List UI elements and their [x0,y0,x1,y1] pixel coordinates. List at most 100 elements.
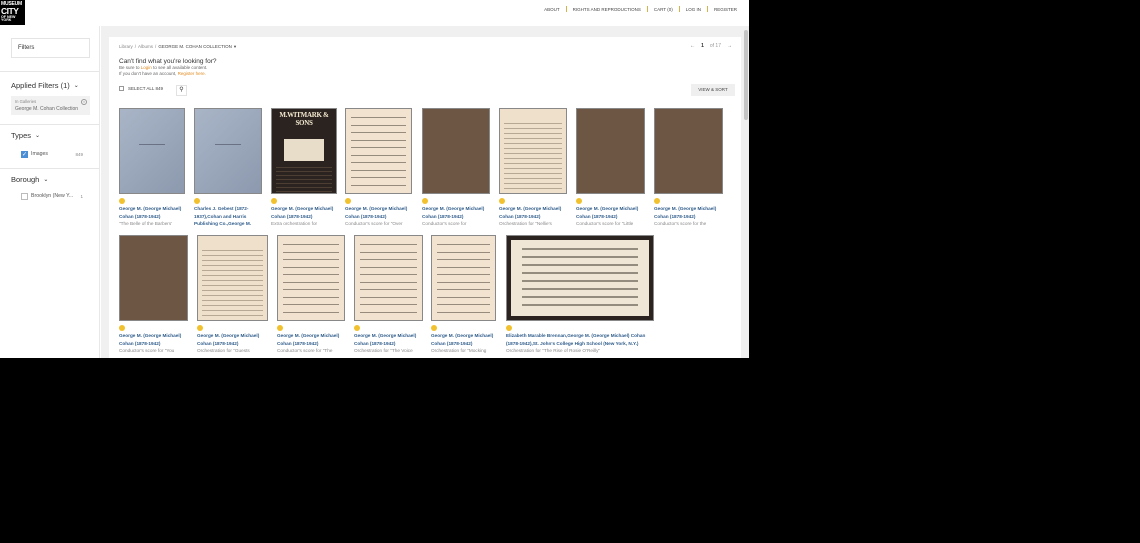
score-line [437,281,490,283]
breadcrumb-albums[interactable]: Albums [138,44,153,50]
prev-page-icon[interactable]: ← [690,43,695,49]
image-type-icon [506,325,512,331]
score-line [283,311,339,313]
score-line [360,274,417,275]
select-all[interactable]: SELECT ALL 849 [119,86,163,91]
result-title[interactable]: George M. (George Michael) Cohan (1878-1… [119,205,191,220]
facet-images[interactable]: ✓ Images 849 [21,150,99,158]
museum-logo[interactable]: MUSEUM CITY OF NEW YORK [0,0,25,25]
scrollbar-thumb[interactable] [744,30,748,120]
breadcrumb-library[interactable]: Library [119,44,133,50]
cover-panel [284,139,324,161]
facet-brooklyn[interactable]: Brooklyn (New Y... 1 [21,192,99,200]
applied-filter-chip: In Galleries George M. Cohan Collection … [11,96,90,115]
result-title[interactable]: George M. (George Michael) Cohan (1878-1… [654,205,729,220]
nav-about[interactable]: ABOUT [544,7,560,12]
view-sort-button[interactable]: VIEW & SORT [691,84,735,96]
score-line [522,304,638,306]
result-title[interactable]: Charles J. Gebest (1872-1937),Cohan and … [194,205,268,228]
result-thumbnail[interactable] [422,108,490,194]
score-line [351,177,406,178]
facet-count: 849 [75,151,83,157]
result-thumbnail[interactable] [506,235,654,321]
app-window: MUSEUM CITY OF NEW YORK ABOUT RIGHTS AND… [0,0,749,358]
result-thumbnail[interactable] [354,235,423,321]
types-label: Types [11,131,32,140]
staff-line [202,290,263,291]
page-number[interactable]: 1 [701,43,704,49]
result-thumbnail[interactable] [576,108,645,194]
checkbox-icon[interactable] [21,192,28,200]
result-thumbnail[interactable] [119,108,185,194]
image-type-icon [345,198,351,204]
result-title[interactable]: George M. (George Michael) Cohan (1878-1… [271,205,343,220]
result-title[interactable]: George M. (George Michael) Cohan (1878-1… [345,205,418,220]
result-thumbnail[interactable] [654,108,723,194]
result-title[interactable]: Elizabeth Marable Brennan,George M. (Geo… [506,332,660,347]
filters-button[interactable]: Filters [11,38,90,58]
caret-down-icon[interactable]: ▾ [234,44,236,50]
result-title[interactable]: George M. (George Michael) Cohan (1878-1… [277,332,351,347]
borough-heading[interactable]: Borough ⌄ [11,175,99,184]
applied-filters-heading[interactable]: Applied Filters (1) ⌄ [11,81,99,90]
staff-line [503,133,563,134]
result-title[interactable]: George M. (George Michael) Cohan (1878-1… [431,332,502,347]
image-type-icon [119,325,125,331]
top-nav: ABOUT RIGHTS AND REPRODUCTIONS CART (0) … [544,6,737,12]
search-icon[interactable]: ⚲ [176,85,187,96]
result-thumbnail[interactable] [277,235,345,321]
thumbnail-mark [139,144,165,146]
staff-line [503,183,563,184]
result-thumbnail[interactable] [431,235,496,321]
result-title[interactable]: George M. (George Michael) Cohan (1878-1… [576,205,651,220]
nav-login[interactable]: LOG IN [686,7,701,12]
notice-line-2: If you don't have an account, Register h… [119,71,217,77]
staff-line [503,168,563,169]
nav-register[interactable]: REGISTER [714,7,737,12]
result-thumbnail[interactable]: M.WITMARK & SONS [271,108,337,194]
score-line [351,162,406,163]
result-thumbnail[interactable] [119,235,188,321]
notice-text: Be sure to [119,65,140,70]
chevron-down-icon: ⌄ [43,177,49,183]
score-line [283,244,339,245]
nav-cart[interactable]: CART (0) [654,7,673,12]
result-title[interactable]: George M. (George Michael) Cohan (1878-1… [197,332,274,347]
chevron-down-icon: ⌄ [35,133,41,139]
staff-line [503,128,563,129]
result-thumbnail[interactable] [345,108,412,194]
result-description: Orchestration for "The Rise of Rosie O'R… [506,348,601,353]
staff-line [503,178,563,179]
score-line [283,274,339,275]
nav-divider [565,6,567,12]
breadcrumb-sep: / [155,44,157,49]
result-thumbnail[interactable] [499,108,567,194]
borough-label: Borough [11,175,40,184]
chevron-down-icon: ⌄ [73,83,79,89]
result-description: Conductor's score for "The [277,348,333,353]
checkbox-icon[interactable] [119,86,124,91]
result-title[interactable]: George M. (George Michael) Cohan (1878-1… [499,205,573,220]
checkbox-checked-icon[interactable]: ✓ [21,150,28,158]
result-title[interactable]: George M. (George Michael) Cohan (1878-1… [354,332,429,347]
staff-line [503,188,563,189]
login-link[interactable]: Login [141,65,152,70]
result-title[interactable]: George M. (George Michael) Cohan (1878-1… [422,205,496,220]
score-line [437,289,490,290]
result-thumbnail[interactable] [194,108,262,194]
score-line [522,280,638,282]
page-count: of 17 [709,43,721,49]
breadcrumb-current[interactable]: GEORGE M. COHAN COLLECTION [158,44,232,50]
register-link[interactable]: Register here. [178,71,206,76]
result-title[interactable]: George M. (George Michael) Cohan (1878-1… [119,332,194,347]
types-heading[interactable]: Types ⌄ [11,131,99,140]
staff-line [503,173,563,174]
result-description: Orchestration for "Nellie's [499,221,552,226]
nav-rights[interactable]: RIGHTS AND REPRODUCTIONS [573,7,641,12]
result-thumbnail[interactable] [197,235,268,321]
next-page-icon[interactable]: → [727,43,732,49]
result-description: Orchestration for "Guests [197,348,250,353]
score-line [283,289,339,290]
remove-filter-icon[interactable]: × [81,99,87,105]
score-line [283,281,339,283]
